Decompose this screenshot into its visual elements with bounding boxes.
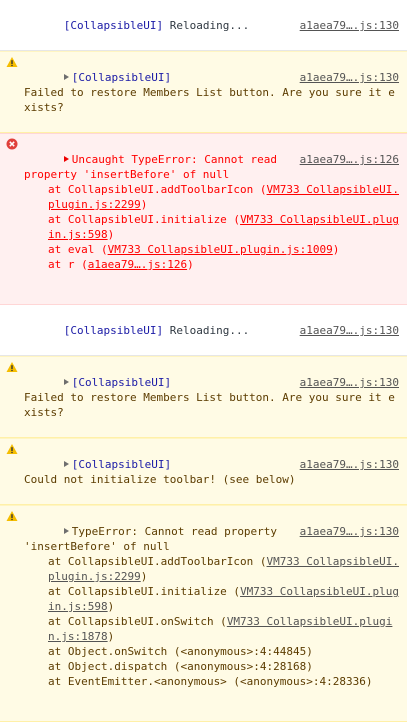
stack-frame: at EventEmitter.<anonymous> (<anonymous>… [24, 674, 399, 689]
stack-frame-text: at EventEmitter.<anonymous> (<anonymous>… [48, 675, 373, 688]
source-link[interactable]: a1aea79….js:130 [300, 70, 399, 85]
message-tag: [CollapsibleUI] [63, 19, 164, 32]
message-content: a1aea79….js:130 [CollapsibleUI] Reloading… [24, 3, 399, 48]
message-tag: [CollapsibleUI] [71, 458, 172, 471]
stack-frame-suffix: ) [107, 630, 115, 643]
stack-frame-link[interactable]: a1aea79….js:126 [88, 258, 187, 271]
stack-frame: at Object.dispatch (<anonymous>:4:28168) [24, 659, 399, 674]
stack-frame: at CollapsibleUI.onSwitch (VM733 Collaps… [24, 614, 399, 644]
stack-frame-text: at r ( [48, 258, 88, 271]
stack-frame-text: at eval ( [48, 243, 108, 256]
message-content: a1aea79….js:130 [CollapsibleUI] Failed to… [24, 360, 399, 435]
warning-icon [6, 362, 18, 372]
stack-frame-suffix: ) [107, 600, 115, 613]
message-content: a1aea79….js:126 Uncaught TypeError: Canno… [24, 137, 399, 302]
source-link[interactable]: a1aea79….js:130 [300, 457, 399, 472]
stack-frame-suffix: ) [187, 258, 194, 271]
source-link[interactable]: a1aea79….js:130 [300, 18, 399, 33]
source-link[interactable]: a1aea79….js:130 [300, 375, 399, 390]
console-message-warning: a1aea79….js:130 [CollapsibleUI] Failed to… [0, 51, 407, 133]
stack-frame-text: at CollapsibleUI.addToolbarIcon ( [48, 555, 267, 568]
console-message-log: a1aea79….js:130 [CollapsibleUI] Reloading… [0, 305, 407, 356]
source-link[interactable]: a1aea79….js:130 [300, 323, 399, 338]
expand-triangle-icon[interactable] [63, 156, 69, 162]
message-content: a1aea79….js:130 [CollapsibleUI] Reloading… [24, 308, 399, 353]
stack-frame-text: at CollapsibleUI.initialize ( [48, 213, 241, 226]
message-text: Reloading... [163, 19, 250, 32]
stack-frame: at CollapsibleUI.addToolbarIcon (VM733 C… [24, 554, 399, 584]
stack-frame-text: at CollapsibleUI.onSwitch ( [48, 615, 227, 628]
console-panel: a1aea79….js:130 [CollapsibleUI] Reloading… [0, 0, 407, 722]
stack-frame-text: at CollapsibleUI.initialize ( [48, 585, 241, 598]
stack-frame-suffix: ) [140, 570, 148, 583]
message-text: Could not initialize toolbar! (see below… [24, 473, 296, 486]
stack-frame-text: at CollapsibleUI.addToolbarIcon ( [48, 183, 267, 196]
stack-trace: at CollapsibleUI.addToolbarIcon ( VM733 C… [24, 182, 399, 272]
message-text: Reloading... [163, 324, 250, 337]
console-message-warning: a1aea79….js:130 [CollapsibleUI] Failed to… [0, 356, 407, 438]
stack-frame-suffix: ) [107, 228, 115, 241]
message-tag: [CollapsibleUI] [71, 71, 172, 84]
stack-frame: at r (a1aea79….js:126) [24, 257, 399, 272]
message-content: a1aea79….js:130 [CollapsibleUI] Failed to… [24, 55, 399, 130]
warning-icon [6, 444, 18, 454]
stack-frame: at CollapsibleUI.initialize (VM733 Colla… [24, 212, 399, 242]
stack-frame: at Object.onSwitch (<anonymous>:4:44845) [24, 644, 399, 659]
stack-frame: at CollapsibleUI.addToolbarIcon (VM733 C… [24, 182, 399, 212]
message-content: a1aea79….js:130 TypeError: Cannot read pr… [24, 509, 399, 719]
expand-triangle-icon[interactable] [63, 379, 69, 385]
console-message-error: a1aea79….js:126 Uncaught TypeError: Canno… [0, 133, 407, 305]
stack-frame-suffix: ) [332, 243, 340, 256]
stack-frame-text: at Object.dispatch (<anonymous>:4:28168) [48, 660, 313, 673]
message-tag: [CollapsibleUI] [63, 324, 164, 337]
stack-trace: at CollapsibleUI.addToolbarIcon (VM733 C… [24, 554, 399, 689]
message-content: a1aea79….js:130 [CollapsibleUI] Could not… [24, 442, 399, 502]
stack-frame-link[interactable]: VM733 CollapsibleUI.plugin.js:1009 [108, 243, 333, 256]
stack-frame-text: at Object.onSwitch (<anonymous>:4:44845) [48, 645, 313, 658]
message-tag: [CollapsibleUI] [71, 376, 172, 389]
console-message-log: a1aea79….js:130 [CollapsibleUI] Reloading… [0, 0, 407, 51]
message-text: Failed to restore Members List button. A… [24, 86, 395, 114]
expand-triangle-icon[interactable] [63, 461, 69, 467]
message-text: Failed to restore Members List button. A… [24, 391, 395, 419]
expand-triangle-icon[interactable] [63, 74, 69, 80]
error-icon [6, 138, 18, 150]
stack-frame-suffix: ) [140, 198, 148, 211]
source-link[interactable]: a1aea79….js:126 [300, 152, 399, 167]
warning-icon [6, 511, 18, 521]
console-message-warning: a1aea79….js:130 TypeError: Cannot read pr… [0, 505, 407, 722]
console-message-warning: a1aea79….js:130 [CollapsibleUI] Could not… [0, 438, 407, 505]
warning-icon [6, 57, 18, 67]
expand-triangle-icon[interactable] [63, 528, 69, 534]
source-link[interactable]: a1aea79….js:130 [300, 524, 399, 539]
stack-frame: at CollapsibleUI.initialize (VM733 Colla… [24, 584, 399, 614]
stack-frame: at eval (VM733 CollapsibleUI.plugin.js:1… [24, 242, 399, 257]
